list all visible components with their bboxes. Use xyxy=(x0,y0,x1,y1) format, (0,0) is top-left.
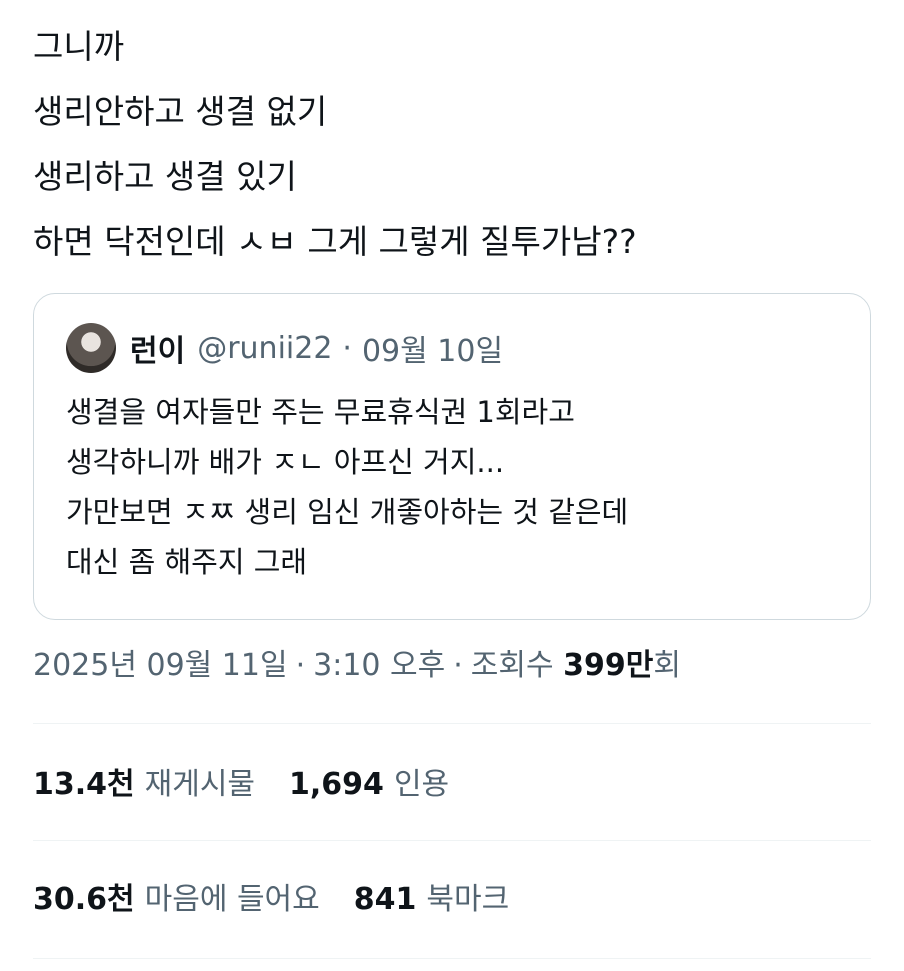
tweet-line: 하면 닥전인데 ㅅㅂ 그게 그렇게 질투가남?? xyxy=(33,222,637,261)
views-suffix: 회 xyxy=(653,648,681,683)
retweets-count: 13.4천 xyxy=(33,767,135,802)
engagement-row-1: 13.4천 재게시물 1,694 인용 xyxy=(33,755,483,815)
meta-separator: · xyxy=(453,648,463,683)
tweet-line: 그니까 xyxy=(33,27,125,66)
divider xyxy=(33,723,871,724)
bookmarks-label: 북마크 xyxy=(426,882,510,917)
views-label: 조회수 xyxy=(470,648,554,683)
engagement-row-2: 30.6천 마음에 들어요 841 북마크 xyxy=(33,870,543,930)
quoted-tweet-line: 생각하니까 배가 ㅈㄴ 아프신 거지... xyxy=(66,445,505,479)
quotes-stat[interactable]: 1,694 인용 xyxy=(289,755,449,815)
meta-separator: · xyxy=(295,648,306,683)
quoted-author-name[interactable]: 런이 xyxy=(130,326,185,370)
tweet-line: 생리안하고 생결 없기 xyxy=(33,92,328,131)
bookmarks-stat[interactable]: 841 북마크 xyxy=(354,870,509,930)
tweet-line: 생리하고 생결 있기 xyxy=(33,157,297,196)
quoted-tweet-line: 생결을 여자들만 주는 무료휴식권 1회라고 xyxy=(66,395,575,429)
retweets-label: 재게시물 xyxy=(144,767,256,802)
views-count: 399만 xyxy=(563,648,654,683)
quoted-tweet-line: 가만보면 ㅈㅉ 생리 임신 개좋아하는 것 같은데 xyxy=(66,495,629,529)
quoted-tweet-line: 대신 좀 해주지 그래 xyxy=(66,545,308,579)
tweet-text: 그니까 생리안하고 생결 없기 생리하고 생결 있기 하면 닥전인데 ㅅㅂ 그게… xyxy=(33,14,873,274)
quotes-count: 1,694 xyxy=(289,767,384,802)
likes-label: 마음에 들어요 xyxy=(144,882,320,917)
quoted-tweet-card[interactable]: 런이 @runii22 · 09월 10일 생결을 여자들만 주는 무료휴식권 … xyxy=(33,293,871,620)
likes-stat[interactable]: 30.6천 마음에 들어요 xyxy=(33,870,320,930)
retweets-stat[interactable]: 13.4천 재게시물 xyxy=(33,755,255,815)
header-separator: · xyxy=(342,330,352,366)
likes-count: 30.6천 xyxy=(33,882,135,917)
bookmarks-count: 841 xyxy=(353,882,417,917)
tweet-metadata: 2025년 09월 11일 · 3:10 오후 · 조회수 399만회 xyxy=(33,638,681,694)
divider xyxy=(33,958,871,959)
divider xyxy=(33,840,871,841)
quoted-tweet-date[interactable]: 09월 10일 xyxy=(362,326,503,370)
tweet-time[interactable]: 3:10 오후 xyxy=(313,648,445,683)
quoted-tweet-text: 생결을 여자들만 주는 무료휴식권 1회라고 생각하니까 배가 ㅈㄴ 아프신 거… xyxy=(66,387,846,587)
quoted-tweet-header: 런이 @runii22 · 09월 10일 xyxy=(66,322,503,374)
avatar[interactable] xyxy=(66,323,116,373)
quotes-label: 인용 xyxy=(393,767,450,802)
tweet-date[interactable]: 2025년 09월 11일 xyxy=(33,648,288,683)
quoted-author-handle[interactable]: @runii22 xyxy=(197,331,332,366)
